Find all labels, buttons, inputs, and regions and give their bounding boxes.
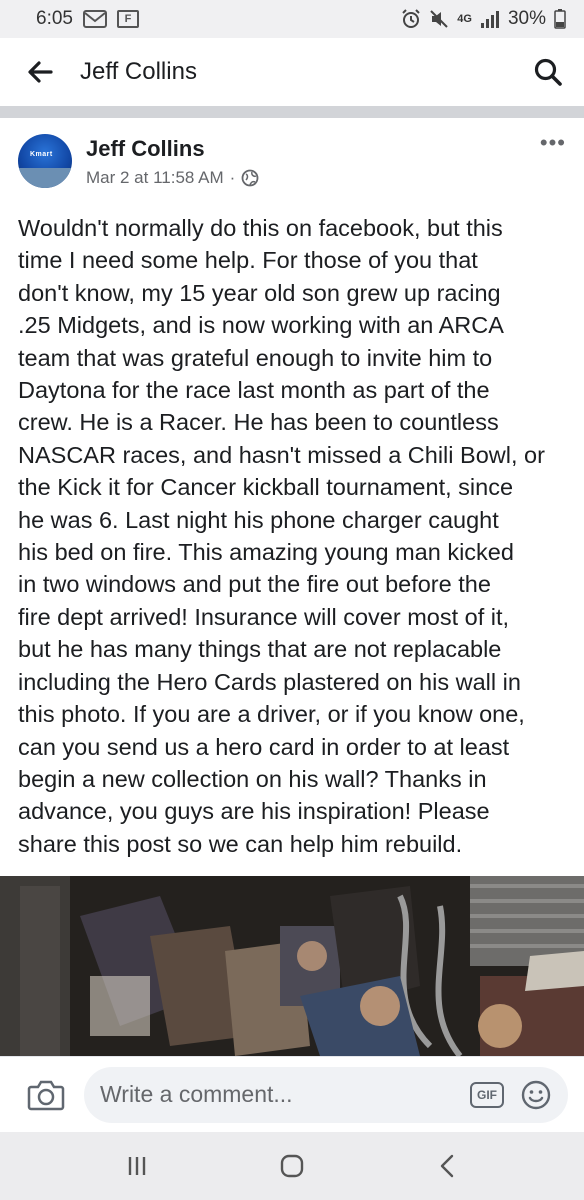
post-text-line: including the Hero Cards plastered on hi… (18, 668, 521, 695)
status-left: 6:05 F (36, 8, 139, 30)
mute-icon (429, 9, 449, 29)
search-icon[interactable] (532, 56, 564, 88)
post-photo[interactable] (0, 876, 584, 1056)
post-text-line: the Kick it for Cancer kickball tourname… (18, 474, 514, 501)
home-icon[interactable] (272, 1146, 312, 1186)
more-options-button[interactable]: ••• (540, 132, 566, 190)
status-time: 6:05 (36, 8, 73, 29)
network-label: 4G (457, 13, 472, 25)
header-title: Jeff Collins (80, 58, 197, 85)
android-nav-bar (0, 1132, 584, 1200)
battery-percent: 30% (507, 8, 546, 29)
section-divider (0, 106, 584, 118)
gif-button[interactable]: GIF (470, 1081, 504, 1108)
status-right: 4G 30% (401, 8, 566, 30)
arrow-left-icon[interactable] (26, 58, 54, 86)
post-text-line: begin a new collection on his wall? Than… (18, 765, 487, 792)
post-text-line: in two windows and put the fire out befo… (18, 571, 491, 598)
recent-apps-icon[interactable] (117, 1146, 157, 1186)
back-icon[interactable] (427, 1146, 467, 1186)
post-text-line: he was 6. Last night his phone charger c… (18, 506, 499, 533)
post-text-line: team that was grateful enough to invite … (18, 344, 493, 371)
camera-icon[interactable] (26, 1075, 66, 1115)
battery-icon (554, 9, 566, 29)
status-bar: 6:05 F 4G 30% (0, 0, 584, 38)
post-text-line: Wouldn't normally do this on facebook, b… (18, 215, 503, 241)
avatar[interactable]: Kmart (18, 134, 72, 188)
post-text-line: crew. He is a Racer. He has been to coun… (18, 409, 499, 436)
post-text-line: share this post so we can help him rebui… (18, 830, 463, 857)
signal-icon (480, 10, 500, 28)
author-name[interactable]: Jeff Collins (86, 136, 259, 162)
post-text-line: Daytona for the race last month as part … (18, 377, 490, 404)
post-text-line: fire dept arrived! Insurance will cover … (18, 603, 510, 630)
post-text-line: but he has many things that are not repl… (18, 636, 502, 663)
comment-placeholder: Write a comment... (100, 1081, 293, 1107)
post-text-line: advance, you guys are his inspiration! P… (18, 798, 490, 825)
alarm-icon (401, 9, 421, 29)
author-block: Jeff Collins Mar 2 at 11:58 AM · (86, 134, 259, 190)
comment-input[interactable]: Write a comment... GIF (84, 1066, 568, 1123)
post-header: Kmart Jeff Collins Mar 2 at 11:58 AM · •… (0, 118, 584, 206)
post-timestamp[interactable]: Mar 2 at 11:58 AM (86, 168, 224, 188)
post-text-line: can you send us a hero card in order to … (18, 733, 510, 760)
post-text-line: his bed on fire. This amazing young man … (18, 539, 514, 566)
gmail-icon (82, 10, 107, 28)
post-text-line: time I need some help. For those of you … (18, 247, 478, 274)
post-text-line: .25 Midgets, and is now working with an … (18, 312, 504, 339)
post-meta: Mar 2 at 11:58 AM · (86, 168, 259, 188)
comment-bar: Write a comment... GIF (0, 1056, 584, 1132)
post-text-line: this photo. If you are a driver, or if y… (18, 701, 525, 728)
avatar-brand: Kmart (30, 151, 53, 158)
photo-illustration (0, 876, 584, 1056)
globe-icon (241, 169, 259, 187)
meta-separator: · (229, 168, 236, 187)
flipboard-icon: F (116, 10, 139, 28)
post-text-line: NASCAR races, and hasn't missed a Chili … (18, 441, 545, 468)
post-text-line: don't know, my 15 year old son grew up r… (18, 279, 501, 306)
post-text: Wouldn't normally do this on facebook, b… (18, 212, 570, 860)
smiley-icon[interactable] (520, 1079, 552, 1111)
profile-header: Jeff Collins (0, 38, 584, 106)
